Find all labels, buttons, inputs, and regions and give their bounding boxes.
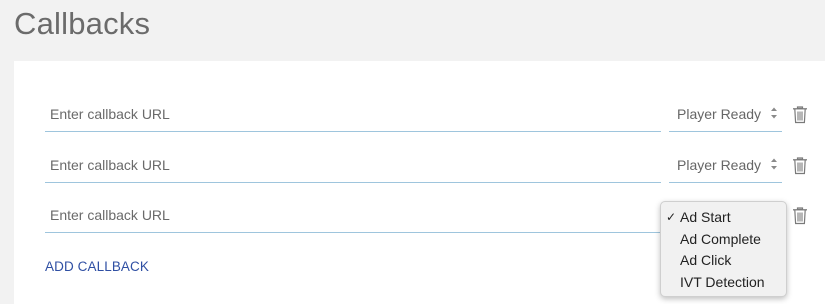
callback-url-input[interactable] xyxy=(45,96,661,132)
add-callback-button[interactable]: ADD CALLBACK xyxy=(45,259,149,274)
trash-icon[interactable] xyxy=(792,105,808,124)
page-title: Callbacks xyxy=(14,6,151,41)
callback-url-input[interactable] xyxy=(45,147,661,183)
up-down-chevron-icon xyxy=(771,158,777,170)
dropdown-option-ad-start[interactable]: ✓ Ad Start xyxy=(661,207,786,229)
dropdown-option-label: IVT Detection xyxy=(680,273,765,290)
callback-url-input[interactable] xyxy=(45,197,661,233)
dropdown-option-ivt-detection[interactable]: IVT Detection xyxy=(661,272,786,294)
trash-icon[interactable] xyxy=(792,206,808,225)
event-dropdown-menu: ✓ Ad Start Ad Complete Ad Click IVT Dete… xyxy=(660,201,787,297)
trash-icon[interactable] xyxy=(792,156,808,175)
dropdown-option-ad-click[interactable]: Ad Click xyxy=(661,250,786,272)
callback-row: Player Ready xyxy=(14,147,825,187)
callback-row: Player Ready xyxy=(14,96,825,136)
dropdown-option-label: Ad Click xyxy=(680,252,732,268)
event-select[interactable]: Player Ready xyxy=(669,147,782,183)
dropdown-option-label: Ad Start xyxy=(680,209,731,225)
event-select[interactable]: Player Ready xyxy=(669,96,782,132)
up-down-chevron-icon xyxy=(771,107,777,119)
dropdown-option-ad-complete[interactable]: Ad Complete xyxy=(661,229,786,251)
event-select-value: Player Ready xyxy=(677,156,762,173)
event-select-value: Player Ready xyxy=(677,105,762,122)
dropdown-option-label: Ad Complete xyxy=(680,230,761,247)
checkmark-icon: ✓ xyxy=(666,210,677,224)
